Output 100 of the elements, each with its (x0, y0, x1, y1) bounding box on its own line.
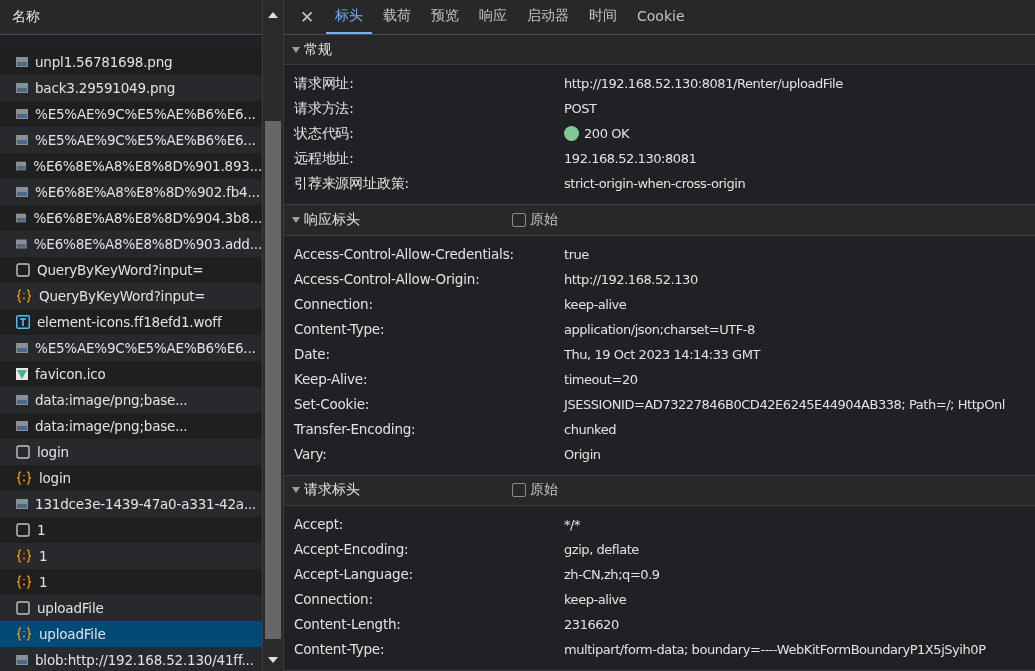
header-value: 200 OK (584, 126, 629, 142)
request-row[interactable]: login (0, 439, 262, 465)
section-title: 常规 (304, 40, 333, 59)
header-name: Content-Type: (294, 641, 386, 658)
expanded-triangle-icon[interactable] (292, 45, 300, 54)
image-thumbnail-icon (16, 213, 27, 223)
header-name: 远程地址: (294, 149, 355, 168)
image-thumbnail-icon (16, 57, 28, 67)
header-value: http://192.168.52.130:8081/Renter/uploadFile (564, 76, 843, 92)
request-row[interactable]: back3.29591049.png (0, 75, 262, 101)
header-name: Content-Length: (294, 616, 402, 633)
tab[interactable]: 启动器 (518, 0, 578, 34)
braces-icon (16, 471, 32, 485)
raw-checkbox[interactable] (512, 213, 526, 227)
column-header[interactable]: 名称 (0, 0, 262, 35)
tab[interactable]: 响应 (470, 0, 516, 34)
header-name: Accept-Language: (294, 566, 414, 583)
braces-icon (16, 627, 32, 641)
expanded-triangle-icon[interactable] (292, 216, 300, 224)
header-name: 请求网址: (294, 74, 355, 93)
header-value: chunked (564, 421, 617, 437)
header-name: Set-Cookie: (294, 396, 371, 413)
image-thumbnail-icon (16, 161, 27, 171)
request-row[interactable]: QueryByKeyWord?input= (0, 257, 262, 283)
header-name: Access-Control-Allow-Credentials: (294, 246, 515, 263)
request-row[interactable]: element-icons.ff18efd1.woff (0, 309, 262, 335)
braces-icon (16, 289, 32, 303)
tab[interactable]: 时间 (580, 0, 626, 34)
raw-label: 原始 (530, 211, 558, 229)
request-row[interactable]: uploadFile (0, 621, 262, 647)
scroll-up-icon[interactable] (268, 12, 278, 18)
raw-checkbox[interactable] (512, 483, 526, 498)
header-value: POST (564, 101, 597, 117)
raw-label: 原始 (530, 481, 558, 500)
header-value: application/json;charset=UTF-8 (564, 321, 755, 337)
request-row[interactable]: %E6%8E%A8%E8%8D%901.893... (0, 153, 262, 179)
request-row[interactable]: %E6%8E%A8%E8%8D%904.3b8... (0, 205, 262, 231)
image-thumbnail-icon (16, 395, 28, 405)
tab[interactable]: 载荷 (374, 0, 420, 34)
tab[interactable]: 预览 (422, 0, 468, 34)
column-title: 名称 (12, 8, 40, 26)
request-row[interactable]: %E6%8E%A8%E8%8D%903.add... (0, 231, 262, 257)
header-name: Access-Control-Allow-Origin: (294, 271, 481, 288)
image-thumbnail-icon (16, 655, 28, 665)
document-icon (16, 263, 30, 277)
scroll-down-icon[interactable] (268, 657, 278, 663)
request-row[interactable]: 1 (0, 543, 262, 569)
header-value: true (564, 246, 589, 262)
request-row[interactable]: blob:http://192.168.52.130/41ff... (0, 647, 262, 671)
request-row[interactable]: %E5%AE%9C%E5%AE%B6%E6... (0, 127, 262, 153)
request-row[interactable]: QueryByKeyWord?input= (0, 283, 262, 309)
expanded-triangle-icon[interactable] (292, 486, 300, 495)
request-row[interactable]: uploadFile (0, 595, 262, 621)
image-thumbnail-icon (16, 499, 28, 509)
close-button[interactable]: ✕ (294, 0, 320, 34)
header-name: Vary: (294, 446, 328, 463)
header-value: 2316620 (564, 617, 619, 632)
header-value: */* (564, 517, 581, 532)
scrollbar-thumb[interactable] (265, 120, 281, 639)
header-name: Connection: (294, 296, 374, 313)
request-row[interactable]: data:image/png;base... (0, 387, 262, 413)
image-thumbnail-icon (16, 135, 28, 145)
request-row[interactable]: favicon.ico (0, 361, 262, 387)
request-row[interactable]: unpl1.56781698.png (0, 49, 262, 75)
request-row[interactable]: 131dce3e-1439-47a0-a331-42a... (0, 491, 262, 517)
font-icon (16, 315, 30, 329)
header-name: 引荐来源网址政策: (294, 174, 410, 193)
header-name: Accept: (294, 516, 345, 533)
image-thumbnail-icon (16, 83, 28, 93)
braces-icon (16, 575, 32, 589)
header-name: 请求方法: (294, 99, 355, 118)
header-name: Date: (294, 346, 331, 363)
header-value: 192.168.52.130:8081 (564, 151, 697, 167)
scrollbar[interactable] (263, 0, 284, 671)
request-row[interactable]: login (0, 465, 262, 491)
image-thumbnail-icon (16, 187, 28, 197)
header-value: timeout=20 (564, 371, 638, 387)
header-name: Keep-Alive: (294, 371, 369, 388)
image-thumbnail-icon (16, 109, 28, 119)
header-value: strict-origin-when-cross-origin (564, 176, 746, 192)
header-name: Accept-Encoding: (294, 541, 410, 558)
header-name: Connection: (294, 591, 374, 608)
image-thumbnail-icon (16, 239, 27, 249)
header-value: keep-alive (564, 592, 627, 607)
request-row[interactable]: %E5%AE%9C%E5%AE%B6%E6... (0, 335, 262, 361)
header-value: zh-CN,zh;q=0.9 (564, 567, 660, 582)
document-icon (16, 523, 30, 537)
tab[interactable]: Cookie (628, 0, 694, 34)
document-icon (16, 445, 30, 459)
image-thumbnail-icon (16, 343, 28, 353)
request-row[interactable]: %E6%8E%A8%E8%8D%902.fb4... (0, 179, 262, 205)
request-row[interactable]: 1 (0, 517, 262, 543)
braces-icon (16, 549, 32, 563)
request-row[interactable]: %E5%AE%9C%E5%AE%B6%E6... (0, 101, 262, 127)
document-icon (16, 601, 30, 615)
header-value: keep-alive (564, 296, 627, 312)
header-name: Content-Type: (294, 321, 386, 338)
request-row[interactable]: 1 (0, 569, 262, 595)
header-name: 状态代码: (294, 124, 355, 143)
request-row[interactable]: data:image/png;base... (0, 413, 262, 439)
